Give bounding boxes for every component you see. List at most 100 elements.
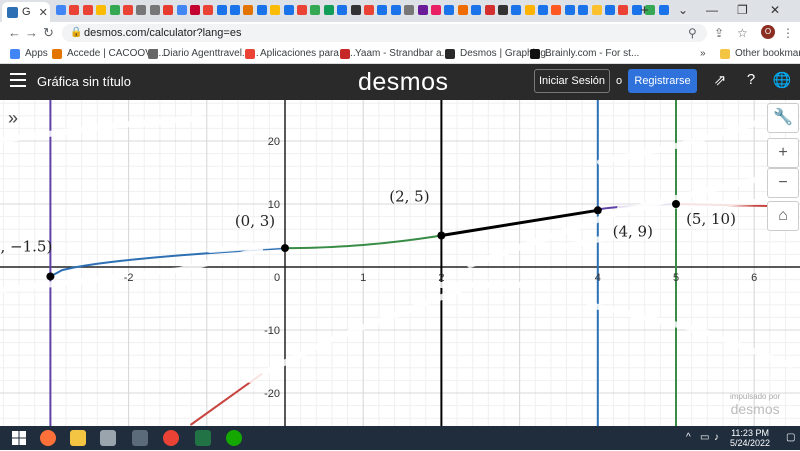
tab-favicon-icon[interactable] bbox=[524, 5, 535, 15]
minimize-icon[interactable]: — bbox=[706, 3, 718, 17]
x-tick-label: -2 bbox=[124, 272, 134, 284]
volume-icon[interactable]: ♪ bbox=[714, 432, 719, 443]
tab-favicon-icon[interactable] bbox=[337, 5, 348, 15]
tab-favicon-icon[interactable] bbox=[96, 5, 107, 15]
tab-favicon-icon[interactable] bbox=[591, 5, 602, 15]
calculator-icon[interactable] bbox=[132, 430, 148, 446]
tab-favicon-icon[interactable] bbox=[270, 5, 281, 15]
language-globe-icon[interactable]: 🌐 bbox=[772, 71, 792, 91]
tab-favicon-icon[interactable] bbox=[216, 5, 227, 15]
new-tab-button[interactable]: + bbox=[640, 2, 649, 19]
bookmark-item[interactable]: Apps bbox=[10, 48, 48, 59]
tab-favicon-icon[interactable] bbox=[310, 5, 321, 15]
tab-favicon-icon[interactable] bbox=[538, 5, 549, 15]
share-graph-icon[interactable]: ⇗ bbox=[710, 71, 730, 91]
active-tab[interactable]: G ✕ bbox=[2, 2, 50, 22]
tab-favicon-icon[interactable] bbox=[109, 5, 120, 15]
zoom-icon[interactable]: ⚲ bbox=[688, 26, 697, 40]
excel-icon[interactable] bbox=[195, 430, 211, 446]
firefox-icon[interactable] bbox=[40, 430, 56, 446]
graph-svg[interactable]: -20124562010-10-20(−3, −1.5)(0, 3)(2, 5)… bbox=[0, 100, 800, 426]
reload-icon[interactable]: ↻ bbox=[43, 25, 54, 41]
tab-favicon-icon[interactable] bbox=[404, 5, 415, 15]
tab-favicon-icon[interactable] bbox=[551, 5, 562, 15]
tab-favicon-icon[interactable] bbox=[417, 5, 428, 15]
tab-favicon-icon[interactable] bbox=[444, 5, 455, 15]
forward-icon[interactable]: → bbox=[25, 25, 38, 40]
windows-start-icon[interactable] bbox=[11, 430, 27, 446]
tab-favicon-icon[interactable] bbox=[163, 5, 174, 15]
tab-favicon-icon[interactable] bbox=[511, 5, 522, 15]
other-tabs bbox=[56, 5, 672, 15]
tab-favicon-icon[interactable] bbox=[578, 5, 589, 15]
tab-favicon-icon[interactable] bbox=[484, 5, 495, 15]
bookmark-item[interactable]: Other bookmarks bbox=[720, 48, 800, 59]
graph-point bbox=[437, 231, 446, 240]
tab-favicon-icon[interactable] bbox=[189, 5, 200, 15]
tab-favicon-icon[interactable] bbox=[564, 5, 575, 15]
app-icon[interactable] bbox=[100, 430, 116, 446]
home-icon[interactable]: ⌂ bbox=[767, 201, 799, 231]
tab-favicon-icon[interactable] bbox=[430, 5, 441, 15]
back-icon[interactable]: ← bbox=[8, 25, 21, 40]
tab-favicon-icon[interactable] bbox=[256, 5, 267, 15]
bookmark-item[interactable]: Yaam - Strandbar a... bbox=[340, 48, 450, 59]
tab-favicon-icon[interactable] bbox=[149, 5, 160, 15]
close-window-icon[interactable]: ✕ bbox=[770, 3, 780, 17]
signup-button[interactable]: Registrarse bbox=[628, 69, 697, 93]
bookmark-icon bbox=[148, 48, 158, 59]
bookmark-item[interactable]: Diario Agenttravel.e... bbox=[148, 48, 259, 59]
bookmark-item[interactable]: » bbox=[700, 48, 706, 59]
tab-favicon-icon[interactable] bbox=[605, 5, 616, 15]
tab-favicon-icon[interactable] bbox=[363, 5, 374, 15]
tab-favicon-icon[interactable] bbox=[457, 5, 468, 15]
graph-paper[interactable]: -20124562010-10-20(−3, −1.5)(0, 3)(2, 5)… bbox=[0, 100, 800, 426]
tab-favicon-icon[interactable] bbox=[243, 5, 254, 15]
chrome-icon[interactable] bbox=[163, 430, 179, 446]
upwork-icon[interactable] bbox=[226, 430, 242, 446]
tab-favicon-icon[interactable] bbox=[297, 5, 308, 15]
tab-favicon-icon[interactable] bbox=[497, 5, 508, 15]
hamburger-menu-icon[interactable] bbox=[10, 73, 26, 87]
tab-favicon-icon[interactable] bbox=[136, 5, 147, 15]
expand-list-icon[interactable]: » bbox=[8, 108, 18, 129]
profile-avatar[interactable]: O bbox=[761, 25, 775, 39]
tab-favicon-icon[interactable] bbox=[350, 5, 361, 15]
desmos-favicon-icon bbox=[7, 6, 18, 18]
menu-kebab-icon[interactable]: ⋮ bbox=[782, 26, 794, 40]
bookmark-star-icon[interactable]: ☆ bbox=[737, 26, 748, 40]
bookmarks-bar: Apps Accede | CACOOVE... Diario Agenttrave… bbox=[0, 44, 800, 64]
graph-title[interactable]: Gráfica sin título bbox=[37, 74, 131, 89]
tab-favicon-icon[interactable] bbox=[471, 5, 482, 15]
maximize-icon[interactable]: ❐ bbox=[737, 3, 748, 17]
tab-close-icon[interactable]: ✕ bbox=[39, 6, 48, 19]
address-bar[interactable]: 🔒 desmos.com/calculator?lang=es bbox=[62, 24, 707, 42]
tray-chevron-icon[interactable]: ^ bbox=[686, 432, 691, 443]
tab-favicon-icon[interactable] bbox=[56, 5, 66, 15]
bookmark-item[interactable]: Brainly.com - For st... bbox=[530, 48, 639, 59]
tab-search-icon[interactable]: ⌄ bbox=[678, 3, 688, 17]
tab-favicon-icon[interactable] bbox=[203, 5, 214, 15]
notifications-icon[interactable]: ▢ bbox=[786, 432, 795, 443]
share-icon[interactable]: ⇪ bbox=[714, 26, 724, 40]
login-button[interactable]: Iniciar Sesión bbox=[534, 69, 610, 93]
taskbar-clock[interactable]: 11:23 PM 5/24/2022 bbox=[730, 428, 770, 448]
file-explorer-icon[interactable] bbox=[70, 430, 86, 446]
tab-favicon-icon[interactable] bbox=[618, 5, 629, 15]
tab-favicon-icon[interactable] bbox=[377, 5, 388, 15]
bookmark-icon bbox=[720, 48, 730, 59]
zoom-out-icon[interactable]: − bbox=[767, 168, 799, 198]
zoom-in-icon[interactable]: + bbox=[767, 138, 799, 168]
tab-favicon-icon[interactable] bbox=[69, 5, 80, 15]
tab-favicon-icon[interactable] bbox=[82, 5, 93, 15]
tab-favicon-icon[interactable] bbox=[323, 5, 334, 15]
tab-favicon-icon[interactable] bbox=[283, 5, 294, 15]
tab-favicon-icon[interactable] bbox=[176, 5, 187, 15]
tab-favicon-icon[interactable] bbox=[230, 5, 241, 15]
network-icon[interactable]: ▭ bbox=[700, 432, 709, 443]
help-icon[interactable]: ? bbox=[741, 71, 761, 91]
tab-favicon-icon[interactable] bbox=[122, 5, 133, 15]
tab-favicon-icon[interactable] bbox=[390, 5, 401, 15]
tab-favicon-icon[interactable] bbox=[658, 5, 669, 15]
settings-wrench-icon[interactable]: 🔧 bbox=[767, 103, 799, 133]
